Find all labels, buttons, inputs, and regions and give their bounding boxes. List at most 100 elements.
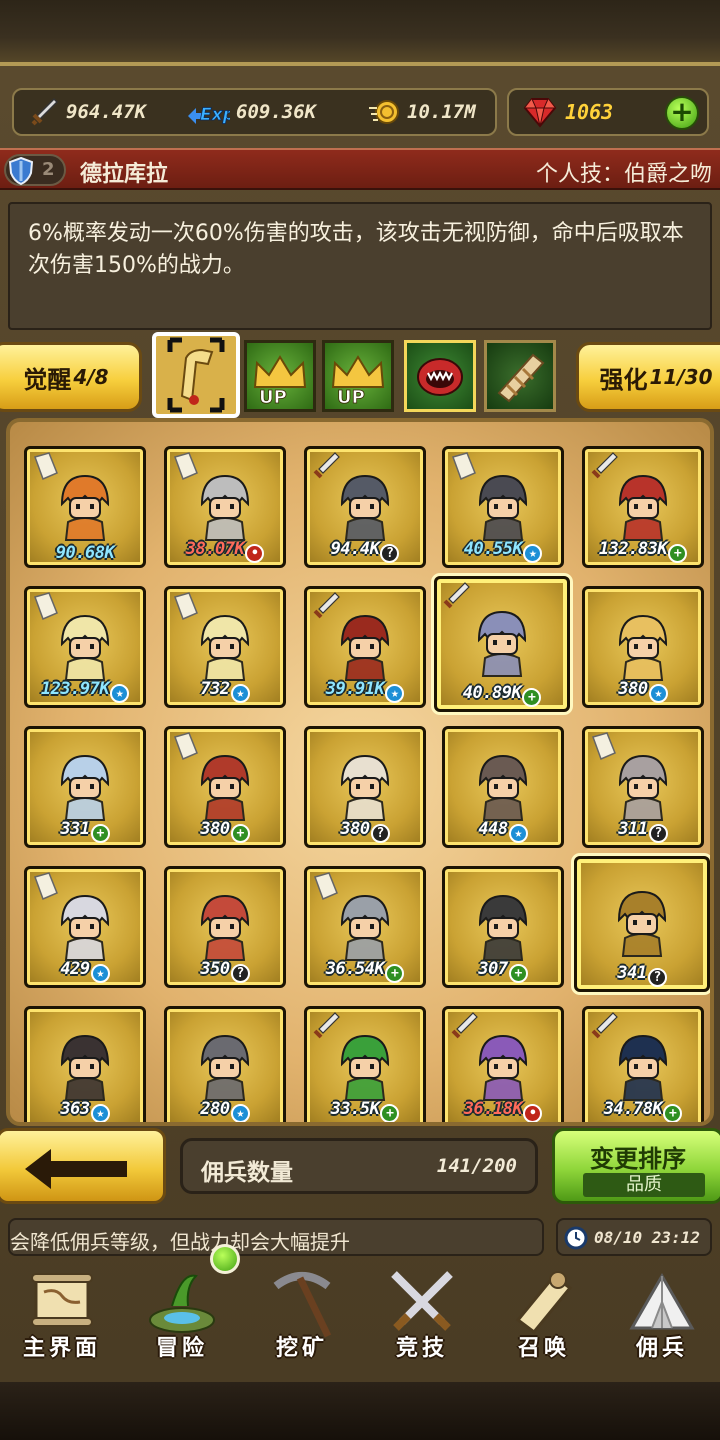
tab-scroll[interactable] (152, 332, 240, 418)
mercenary-card[interactable]: 132.83K + (582, 446, 704, 568)
mercenary-card[interactable]: 380 ★ (582, 586, 704, 708)
question-badge-icon: ? (648, 824, 668, 843)
tab-crown-up[interactable]: UP (244, 340, 316, 412)
tab-crown-up-2[interactable]: UP (322, 340, 394, 412)
mercenary-card[interactable]: 307 + (442, 866, 564, 988)
mercenary-card[interactable]: 38.07K • (164, 446, 286, 568)
mercenary-card[interactable]: 90.68K (24, 446, 146, 568)
mercenary-card[interactable]: 311? (582, 726, 704, 848)
mercenary-card[interactable]: 36.18K • (442, 1006, 564, 1122)
mercenary-portrait (340, 474, 390, 541)
gem-value: 1063 (565, 100, 614, 124)
plus-badge-icon: + (668, 544, 688, 563)
nav-label: 佣兵 (635, 1336, 688, 1361)
mercenary-power: 36.54K + (307, 959, 423, 983)
mercenary-card[interactable]: 331 + (24, 726, 146, 848)
mercenary-power-value: 34.78K (603, 1099, 663, 1119)
mercenary-card[interactable]: 429 ★ (24, 866, 146, 988)
nav-item-3[interactable]: 挖矿 (244, 1258, 360, 1376)
mercenary-count-label: 佣兵数量 (201, 1160, 293, 1186)
mercenary-power-value: 363 (60, 1099, 90, 1119)
mercenary-card[interactable]: 39.91K ★ (304, 586, 426, 708)
tab-bandage-scroll[interactable] (484, 340, 556, 412)
mercenary-portrait (200, 754, 250, 821)
mercenary-card[interactable]: 34.78K + (582, 1006, 704, 1122)
mercenary-card[interactable]: 36.54K + (304, 866, 426, 988)
star-badge-icon: ★ (523, 544, 543, 563)
mercenary-card[interactable]: 40.89K + (434, 576, 570, 712)
exp-icon: Exp (188, 105, 230, 125)
plus-badge-icon: + (508, 964, 528, 983)
mercenary-power-value: 38.07K (185, 539, 245, 559)
strengthen-button[interactable]: 强化 11/30 (576, 342, 720, 412)
mercenary-portrait (478, 754, 528, 821)
nav-label: 召唤 (517, 1336, 570, 1361)
mercenary-portrait (200, 1034, 250, 1101)
add-gems-button[interactable]: + (665, 96, 699, 130)
star-badge-icon: ★ (90, 1104, 110, 1122)
mercenary-power-value: 94.4K (330, 539, 380, 559)
mercenary-power: 280 ★ (167, 1099, 283, 1122)
nav-label: 主界面 (22, 1336, 101, 1361)
awaken-label: 觉醒 (23, 365, 72, 394)
mercenary-grid: 90.68K 38.07K • 94.4K? 40.55K ★ 132.83K +123.97… (6, 418, 714, 1126)
awaken-button[interactable]: 觉醒 4/8 (0, 342, 142, 412)
sort-label: 变更排序 (590, 1145, 686, 1173)
nav-item-4[interactable]: 竞技 (364, 1258, 480, 1376)
svg-text:UP: UP (259, 387, 287, 408)
currency-bar: 964.47K Exp 609.36K 10.17M (12, 88, 497, 136)
red-badge-icon: • (523, 1104, 543, 1122)
mercenary-power-value: 311 (618, 819, 648, 839)
mercenary-power-value: 280 (200, 1099, 230, 1119)
mercenary-power-value: 448 (478, 819, 508, 839)
crown-up-icon: UP (253, 355, 307, 408)
mercenary-power-value: 429 (60, 959, 90, 979)
mercenary-power: 90.68K (27, 543, 143, 563)
mercenary-card[interactable]: 33.5K + (304, 1006, 426, 1122)
star-badge-icon: ★ (110, 684, 130, 703)
mercenary-power: 123.97K ★ (27, 679, 143, 703)
mercenary-power: 34.78K + (585, 1099, 701, 1122)
red-badge-icon: • (245, 544, 265, 563)
mercenary-card[interactable]: 40.55K ★ (442, 446, 564, 568)
question-badge-icon: ? (370, 824, 390, 843)
mercenary-power: 429 ★ (27, 959, 143, 983)
mercenary-card[interactable]: 280 ★ (164, 1006, 286, 1122)
back-button[interactable] (0, 1128, 166, 1204)
hero-name: 德拉库拉 (80, 162, 169, 187)
star-badge-icon: ★ (508, 824, 528, 843)
mercenary-power: 363 ★ (27, 1099, 143, 1122)
mercenary-power: 36.18K • (445, 1099, 561, 1122)
mercenary-card[interactable]: 448 ★ (442, 726, 564, 848)
mercenary-card[interactable]: 341? (574, 856, 710, 992)
mercenary-card[interactable]: 350? (164, 866, 286, 988)
hero-skill-banner: 2 德拉库拉 个人技：伯爵之吻 (0, 148, 720, 190)
tip-text: 会降低佣兵等级，但战力却会大幅提升 (10, 1230, 350, 1254)
mercenary-card[interactable]: 732 ★ (164, 586, 286, 708)
mercenary-portrait (340, 894, 390, 961)
mercenary-card[interactable]: 380 + (164, 726, 286, 848)
mercenary-card[interactable]: 363 ★ (24, 1006, 146, 1122)
mercenary-card[interactable]: 94.4K? (304, 446, 426, 568)
nav-item-2[interactable]: 冒险 (124, 1258, 240, 1376)
mercenary-card[interactable]: 380? (304, 726, 426, 848)
clock-icon (564, 1226, 588, 1250)
sort-current: 品质 (583, 1173, 705, 1197)
change-sort-button[interactable]: 变更排序 品质 (552, 1128, 720, 1204)
mercenary-portrait (618, 474, 668, 541)
svg-text:Exp: Exp (200, 105, 230, 125)
nav-item-6[interactable]: 佣兵 (604, 1258, 720, 1376)
hero-rank-badge: 2 (4, 154, 66, 186)
mercenary-power-value: 33.5K (330, 1099, 380, 1119)
hero-rank-number: 2 (42, 159, 55, 180)
nav-item-5[interactable]: 召唤 (486, 1258, 602, 1376)
mercenary-portrait (200, 474, 250, 541)
nav-label: 挖矿 (275, 1336, 328, 1361)
tab-monster-mouth[interactable] (404, 340, 476, 412)
mercenary-portrait (340, 614, 390, 681)
mercenary-card[interactable]: 123.97K ★ (24, 586, 146, 708)
plus-badge-icon: + (663, 1104, 683, 1122)
star-badge-icon: ★ (385, 684, 405, 703)
mercenary-portrait (60, 474, 110, 541)
nav-item-1[interactable]: 主界面 (4, 1258, 120, 1376)
